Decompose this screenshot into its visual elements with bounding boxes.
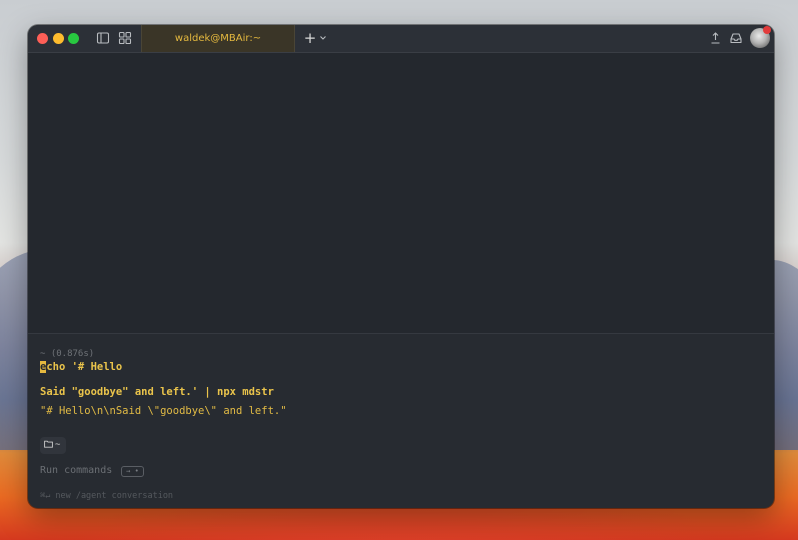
- sidebar-toggle-icon[interactable]: [96, 31, 110, 45]
- command-text-line-1[interactable]: echo '# Hello: [40, 361, 762, 373]
- terminal-output-area: [28, 53, 774, 333]
- chevron-down-icon[interactable]: [318, 32, 328, 44]
- upload-icon[interactable]: [709, 31, 722, 45]
- desktop-wallpaper: waldek@MBAir:~ + ~ (0.876s) echo '# Hell…: [0, 0, 798, 540]
- terminal-window: waldek@MBAir:~ + ~ (0.876s) echo '# Hell…: [28, 25, 774, 508]
- close-window-button[interactable]: [37, 33, 48, 44]
- title-bar: waldek@MBAir:~ +: [28, 25, 774, 53]
- notification-badge: [763, 26, 771, 34]
- working-directory-label: ~: [55, 440, 61, 450]
- working-directory-chip[interactable]: ~: [40, 437, 66, 454]
- inbox-icon[interactable]: [729, 31, 743, 45]
- agent-shortcut-hint: ⌘↵ new /agent conversation: [40, 491, 174, 501]
- new-tab-button[interactable]: +: [302, 29, 318, 47]
- block-divider: [28, 333, 774, 334]
- command-output: "# Hello\n\nSaid \"goodbye\" and left.": [40, 405, 287, 417]
- tab-terminal-session[interactable]: waldek@MBAir:~: [141, 25, 295, 52]
- minimize-window-button[interactable]: [53, 33, 64, 44]
- keyboard-shortcut-badge: → •: [121, 466, 144, 477]
- command-meta: ~ (0.876s): [40, 349, 95, 359]
- folder-icon: [44, 440, 53, 448]
- grid-icon[interactable]: [118, 31, 132, 45]
- tab-title: waldek@MBAir:~: [174, 33, 262, 44]
- command-text-rest: cho '# Hello: [46, 361, 123, 373]
- command-input[interactable]: Run commands: [40, 465, 112, 476]
- zoom-window-button[interactable]: [68, 33, 79, 44]
- command-text-line-2[interactable]: Said "goodbye" and left.' | npx mdstr: [40, 386, 762, 398]
